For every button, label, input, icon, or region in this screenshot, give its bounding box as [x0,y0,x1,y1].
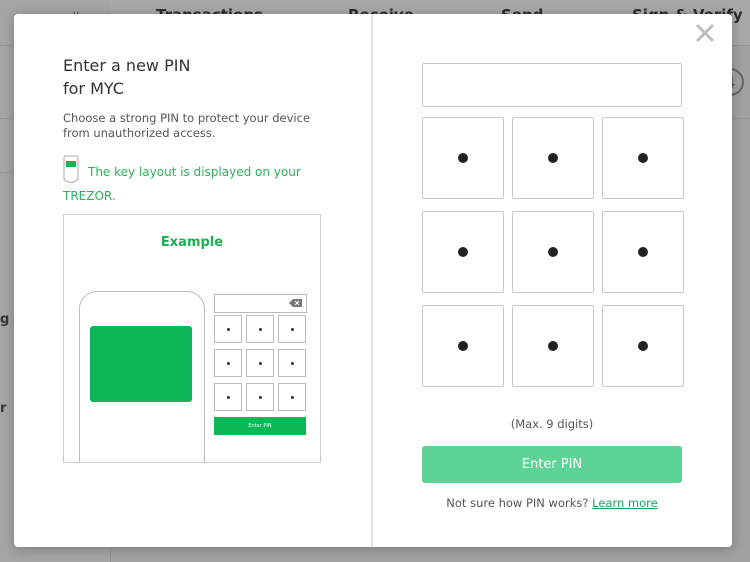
modal-title: Enter a new PIN for MYC [63,54,323,100]
help-question: Not sure how PIN works? [446,496,589,510]
key-dot-icon [548,247,558,257]
example-key [246,349,274,377]
example-key [278,349,306,377]
example-key [246,315,274,343]
key-dot-icon [259,328,262,331]
trezor-device-illustration [79,291,205,462]
panel-divider [371,14,373,547]
pin-modal: Enter a new PIN for MYC Choose a strong … [14,14,732,547]
pin-key[interactable] [512,117,594,199]
example-enter-button: Enter PIN [214,417,306,435]
key-dot-icon [638,153,648,163]
key-dot-icon [259,396,262,399]
pin-key[interactable] [422,305,504,387]
key-dot-icon [227,328,230,331]
key-dot-icon [291,362,294,365]
key-dot-icon [638,341,648,351]
device-screen [90,326,192,402]
pin-input[interactable] [422,63,682,107]
pin-key[interactable] [512,305,594,387]
pin-key[interactable] [602,211,684,293]
pin-key[interactable] [422,117,504,199]
key-dot-icon [458,153,468,163]
key-dot-icon [291,396,294,399]
example-key [246,383,274,411]
example-title: Example [160,235,224,250]
pin-key[interactable] [512,211,594,293]
max-digits-note: (Max. 9 digits) [510,417,594,431]
key-dot-icon [638,247,648,257]
key-dot-icon [458,247,468,257]
pin-key[interactable] [602,305,684,387]
key-dot-icon [227,396,230,399]
backspace-icon [289,299,302,307]
close-button[interactable] [692,20,718,46]
description: Choose a strong PIN to protect your devi… [63,111,311,140]
example-key [214,349,242,377]
example-illustration: Example Enter PIN [63,214,321,463]
key-dot-icon [227,362,230,365]
help-text: Not sure how PIN works? Learn more [422,496,682,510]
key-dot-icon [548,153,558,163]
learn-more-link[interactable]: Learn more [592,496,658,510]
example-key [278,383,306,411]
title-line: Enter a new PIN [63,56,191,75]
example-key [278,315,306,343]
example-pin-input [214,294,307,313]
example-key [214,383,242,411]
hint-text: The key layout is displayed on your TREZ… [63,165,301,203]
example-key [214,315,242,343]
enter-pin-button[interactable]: Enter PIN [422,446,682,483]
title-line: for MYC [63,79,124,98]
key-dot-icon [548,341,558,351]
pin-key[interactable] [422,211,504,293]
key-dot-icon [259,362,262,365]
key-dot-icon [458,341,468,351]
key-dot-icon [291,328,294,331]
pin-key[interactable] [602,117,684,199]
close-icon [696,24,714,42]
